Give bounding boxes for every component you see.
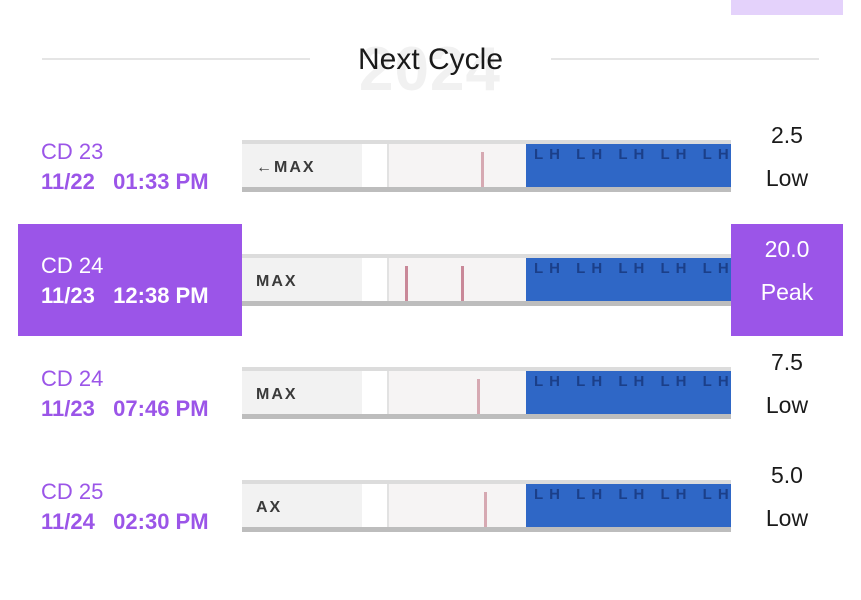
result-window [387, 484, 536, 527]
header-divider-right [551, 58, 819, 60]
lh-value: 5.0 [771, 462, 803, 488]
control-line [484, 492, 487, 527]
strip-pad: LH LH LH LH LH [526, 484, 731, 527]
test-row[interactable]: CD 25 11/24 02:30 PM AX LH LH LH LH LH 5… [0, 450, 861, 562]
test-line [405, 266, 408, 301]
strip-marker: MAX [256, 273, 298, 290]
cycle-day: CD 24 [41, 253, 104, 278]
strip-marker: AX [256, 499, 283, 516]
strip-handle: AX [242, 484, 362, 527]
result-window [387, 371, 536, 414]
test-datetime: 11/23 07:46 PM [41, 396, 209, 421]
test-info: CD 23 11/22 01:33 PM [18, 110, 242, 222]
test-result: 7.5 Low [731, 337, 843, 449]
control-line [461, 266, 464, 301]
test-row[interactable]: CD 24 11/23 07:46 PM MAX LH LH LH LH LH … [0, 337, 861, 449]
strip-marker: ←MAX [256, 159, 316, 176]
test-result: 20.0 Peak [731, 224, 843, 336]
result-window [387, 258, 536, 301]
lh-value: 20.0 [764, 236, 810, 262]
test-row[interactable]: CD 23 11/22 01:33 PM ←MAX LH LH LH LH LH… [0, 110, 861, 222]
test-info: CD 24 11/23 12:38 PM [18, 224, 242, 336]
test-datetime: 11/23 12:38 PM [41, 283, 209, 308]
strip-pad: LH LH LH LH LH [526, 258, 731, 301]
test-datetime: 11/22 01:33 PM [41, 169, 209, 194]
test-row-selected[interactable]: CD 24 11/23 12:38 PM MAX LH LH LH LH LH … [0, 224, 861, 336]
header-divider-left [42, 58, 310, 60]
test-strip-image: MAX LH LH LH LH LH [242, 254, 731, 306]
test-strip-image: AX LH LH LH LH LH [242, 480, 731, 532]
section-title: Next Cycle [357, 43, 504, 76]
strip-handle: ←MAX [242, 144, 362, 187]
cycle-day: CD 24 [41, 366, 104, 391]
test-info: CD 24 11/23 07:46 PM [18, 337, 242, 449]
lh-value: 2.5 [771, 122, 803, 148]
control-line [481, 152, 484, 187]
lh-value: 7.5 [771, 349, 803, 375]
test-result: 5.0 Low [731, 450, 843, 562]
strip-handle: MAX [242, 371, 362, 414]
lh-level: Low [765, 392, 809, 418]
lh-level: Low [765, 165, 809, 191]
cycle-header: 2024 Next Cycle [0, 30, 861, 104]
test-info: CD 25 11/24 02:30 PM [18, 450, 242, 562]
test-result: 2.5 Low [731, 110, 843, 222]
cycle-day: CD 23 [41, 139, 104, 164]
cycle-day: CD 25 [41, 479, 104, 504]
test-datetime: 11/24 02:30 PM [41, 509, 209, 534]
strip-pad: LH LH LH LH LH [526, 371, 731, 414]
lh-level: Peak [760, 279, 814, 305]
lh-level: Low [765, 505, 809, 531]
control-line [477, 379, 480, 414]
test-strip-image: MAX LH LH LH LH LH [242, 367, 731, 419]
result-window [387, 144, 536, 187]
strip-marker: MAX [256, 386, 298, 403]
test-strip-image: ←MAX LH LH LH LH LH [242, 140, 731, 192]
strip-pad: LH LH LH LH LH [526, 144, 731, 187]
strip-handle: MAX [242, 258, 362, 301]
top-tab[interactable] [731, 0, 843, 15]
